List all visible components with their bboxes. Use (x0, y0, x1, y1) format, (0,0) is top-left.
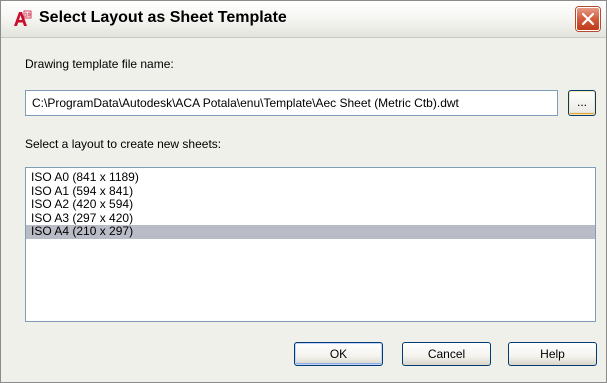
help-button[interactable]: Help (508, 342, 597, 366)
select-layout-dialog: 10 Select Layout as Sheet Template Drawi… (0, 0, 607, 383)
list-item-iso-a3[interactable]: ISO A3 (297 x 420) (26, 211, 595, 226)
svg-text:10: 10 (24, 13, 30, 19)
list-item-iso-a0[interactable]: ISO A0 (841 x 1189) (26, 170, 595, 185)
layout-list-label: Select a layout to create new sheets: (25, 137, 222, 151)
cancel-button[interactable]: Cancel (402, 342, 491, 366)
browse-button[interactable]: ... (568, 90, 596, 116)
dialog-title: Select Layout as Sheet Template (39, 9, 287, 26)
list-item-iso-a2[interactable]: ISO A2 (420 x 594) (26, 197, 595, 212)
ok-button[interactable]: OK (294, 342, 383, 366)
template-path-value: C:\ProgramData\Autodesk\ACA Potala\enu\T… (32, 96, 459, 110)
title-bar[interactable]: 10 Select Layout as Sheet Template (1, 1, 606, 38)
close-button[interactable] (576, 7, 600, 31)
template-file-label: Drawing template file name: (25, 57, 174, 71)
list-item-iso-a1[interactable]: ISO A1 (594 x 841) (26, 184, 595, 199)
template-path-field[interactable]: C:\ProgramData\Autodesk\ACA Potala\enu\T… (25, 90, 558, 116)
list-item-iso-a4[interactable]: ISO A4 (210 x 297) (26, 224, 595, 239)
layout-list[interactable]: ISO A0 (841 x 1189) ISO A1 (594 x 841) I… (25, 167, 596, 322)
autocad-app-icon: 10 (12, 9, 32, 29)
